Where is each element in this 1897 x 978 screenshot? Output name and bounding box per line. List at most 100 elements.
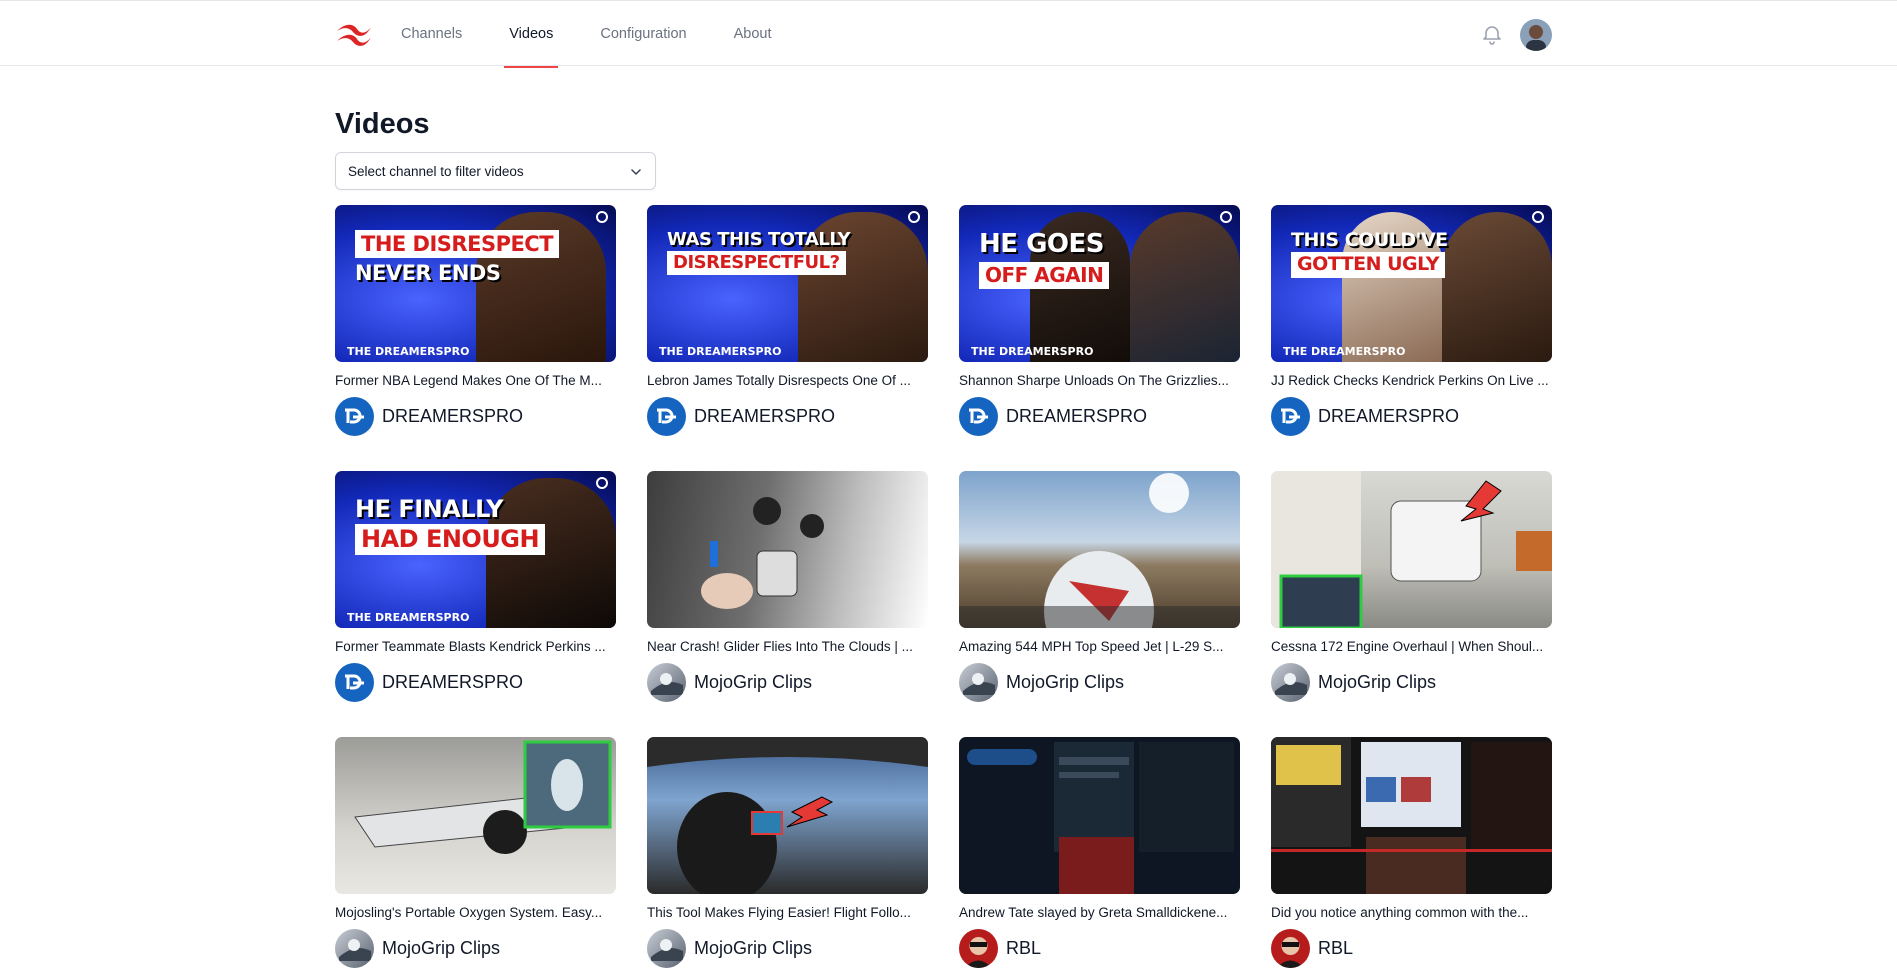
- nav-videos[interactable]: Videos: [504, 1, 559, 68]
- video-channel[interactable]: MojoGrip Clips: [1271, 662, 1552, 702]
- flight-cockpit-image: [647, 737, 928, 894]
- video-card[interactable]: HE GOES OFF AGAIN THE DREAMERSPRO Shannon…: [959, 205, 1240, 471]
- top-navigation-bar: Channels Videos Configuration About: [0, 0, 1897, 68]
- notification-bell-icon[interactable]: [1480, 22, 1504, 46]
- video-card[interactable]: Andrew Tate slayed by Greta Smalldickene…: [959, 737, 1240, 978]
- nav-configuration[interactable]: Configuration: [595, 1, 691, 67]
- thumbnail-banner: WAS THIS TOTALLY DISRESPECTFUL?: [657, 225, 860, 283]
- channel-watermark-icon: [1532, 211, 1544, 223]
- video-card[interactable]: Did you notice anything common with the.…: [1271, 737, 1552, 978]
- nav-about[interactable]: About: [729, 1, 777, 67]
- thumbnail-banner: HE GOES OFF AGAIN: [969, 225, 1119, 297]
- page-title: Videos: [335, 108, 430, 140]
- channel-watermark-icon: [1220, 211, 1232, 223]
- thumbnail-brand: THE DREAMERSPRO: [1283, 345, 1406, 358]
- glider-cockpit-image: [701, 497, 824, 609]
- thumbnail-brand: THE DREAMERSPRO: [971, 345, 1094, 358]
- thumbnail-banner: THE DISRESPECT NEVER ENDS: [345, 225, 569, 290]
- video-collage-image: [1271, 737, 1552, 894]
- jet-cockpit-image: [959, 473, 1240, 628]
- video-title[interactable]: Former Teammate Blasts Kendrick Perkins …: [335, 639, 616, 654]
- channel-name: DREAMERSPRO: [382, 671, 524, 692]
- video-title[interactable]: This Tool Makes Flying Easier! Flight Fo…: [647, 905, 928, 920]
- video-channel[interactable]: MojoGrip Clips: [647, 928, 928, 968]
- dreamerspro-avatar-icon: [335, 396, 374, 436]
- video-card[interactable]: Near Crash! Glider Flies Into The Clouds…: [647, 471, 928, 737]
- channel-watermark-icon: [596, 477, 608, 489]
- dreamerspro-avatar-icon: [335, 662, 374, 702]
- video-channel[interactable]: DREAMERSPRO: [1271, 396, 1552, 436]
- video-thumbnail[interactable]: [335, 737, 616, 894]
- video-grid: THE DISRESPECT NEVER ENDS THE DREAMERSPRO…: [335, 205, 1553, 978]
- channel-name: DREAMERSPRO: [694, 405, 836, 426]
- video-card[interactable]: THE DISRESPECT NEVER ENDS THE DREAMERSPRO…: [335, 205, 616, 471]
- channel-watermark-icon: [596, 211, 608, 223]
- video-thumbnail[interactable]: [959, 737, 1240, 894]
- video-card[interactable]: HE FINALLY HAD ENOUGH THE DREAMERSPRO For…: [335, 471, 616, 737]
- video-thumbnail[interactable]: HE GOES OFF AGAIN THE DREAMERSPRO: [959, 205, 1240, 362]
- video-title[interactable]: Near Crash! Glider Flies Into The Clouds…: [647, 639, 928, 654]
- video-thumbnail[interactable]: [647, 737, 928, 894]
- rbl-avatar-icon: [959, 928, 998, 968]
- video-thumbnail[interactable]: [647, 471, 928, 628]
- channel-name: DREAMERSPRO: [1318, 405, 1460, 426]
- mojogrip-avatar-icon: [959, 662, 998, 702]
- video-thumbnail[interactable]: WAS THIS TOTALLY DISRESPECTFUL? THE DREAM…: [647, 205, 928, 362]
- video-title[interactable]: Lebron James Totally Disrespects One Of …: [647, 373, 928, 388]
- video-card[interactable]: Amazing 544 MPH Top Speed Jet | L-29 S..…: [959, 471, 1240, 737]
- channel-name: MojoGrip Clips: [1006, 671, 1125, 692]
- video-title[interactable]: Cessna 172 Engine Overhaul | When Shoul.…: [1271, 639, 1552, 654]
- video-title[interactable]: Shannon Sharpe Unloads On The Grizzlies.…: [959, 373, 1240, 388]
- channel-name: MojoGrip Clips: [694, 937, 813, 958]
- video-thumbnail[interactable]: [1271, 471, 1552, 628]
- video-channel[interactable]: DREAMERSPRO: [959, 396, 1240, 436]
- video-thumbnail[interactable]: [959, 471, 1240, 628]
- channel-name: DREAMERSPRO: [1006, 405, 1148, 426]
- rbl-avatar-icon: [1271, 928, 1310, 968]
- nav-channels[interactable]: Channels: [396, 1, 467, 67]
- video-channel[interactable]: DREAMERSPRO: [335, 662, 616, 702]
- video-card[interactable]: Cessna 172 Engine Overhaul | When Shoul.…: [1271, 471, 1552, 737]
- video-thumbnail[interactable]: THIS COULD'VE GOTTEN UGLY THE DREAMERSPRO: [1271, 205, 1552, 362]
- thumbnail-banner: HE FINALLY HAD ENOUGH: [345, 491, 555, 563]
- video-title[interactable]: Mojosling's Portable Oxygen System. Easy…: [335, 905, 616, 920]
- aircraft-hangar-image: [354, 740, 612, 854]
- dreamerspro-avatar-icon: [1271, 396, 1310, 436]
- video-title[interactable]: Amazing 544 MPH Top Speed Jet | L-29 S..…: [959, 639, 1240, 654]
- video-card[interactable]: This Tool Makes Flying Easier! Flight Fo…: [647, 737, 928, 978]
- channel-name: DREAMERSPRO: [382, 405, 524, 426]
- app-logo-icon[interactable]: [335, 21, 373, 47]
- cessna-engine-image: [1271, 471, 1552, 628]
- social-screenshot-image: [967, 742, 1234, 894]
- thumbnail-person: [1130, 212, 1240, 362]
- mojogrip-avatar-icon: [335, 928, 374, 968]
- dreamerspro-avatar-icon: [959, 396, 998, 436]
- video-card[interactable]: WAS THIS TOTALLY DISRESPECTFUL? THE DREAM…: [647, 205, 928, 471]
- video-title[interactable]: Did you notice anything common with the.…: [1271, 905, 1552, 920]
- mojogrip-avatar-icon: [1271, 662, 1310, 702]
- channel-name: MojoGrip Clips: [694, 671, 813, 692]
- video-channel[interactable]: DREAMERSPRO: [335, 396, 616, 436]
- video-thumbnail[interactable]: THE DISRESPECT NEVER ENDS THE DREAMERSPRO: [335, 205, 616, 362]
- video-channel[interactable]: RBL: [1271, 928, 1552, 968]
- video-channel[interactable]: RBL: [959, 928, 1240, 968]
- channel-watermark-icon: [908, 211, 920, 223]
- video-channel[interactable]: DREAMERSPRO: [647, 396, 928, 436]
- video-thumbnail[interactable]: HE FINALLY HAD ENOUGH THE DREAMERSPRO: [335, 471, 616, 628]
- dreamerspro-avatar-icon: [647, 396, 686, 436]
- video-card[interactable]: THIS COULD'VE GOTTEN UGLY THE DREAMERSPRO…: [1271, 205, 1552, 471]
- video-title[interactable]: JJ Redick Checks Kendrick Perkins On Liv…: [1271, 373, 1552, 388]
- video-title[interactable]: Former NBA Legend Makes One Of The M...: [335, 373, 616, 388]
- channel-filter-select[interactable]: Select channel to filter videos: [335, 152, 656, 190]
- video-thumbnail[interactable]: [1271, 737, 1552, 894]
- thumbnail-person: [1442, 212, 1552, 362]
- video-channel[interactable]: MojoGrip Clips: [959, 662, 1240, 702]
- thumbnail-banner: THIS COULD'VE GOTTEN UGLY: [1281, 225, 1458, 286]
- user-avatar[interactable]: [1520, 19, 1552, 51]
- video-channel[interactable]: MojoGrip Clips: [647, 662, 928, 702]
- video-channel[interactable]: MojoGrip Clips: [335, 928, 616, 968]
- channel-filter-placeholder: Select channel to filter videos: [348, 163, 524, 179]
- main-nav: Channels Videos Configuration About: [396, 1, 814, 68]
- video-title[interactable]: Andrew Tate slayed by Greta Smalldickene…: [959, 905, 1240, 920]
- video-card[interactable]: Mojosling's Portable Oxygen System. Easy…: [335, 737, 616, 978]
